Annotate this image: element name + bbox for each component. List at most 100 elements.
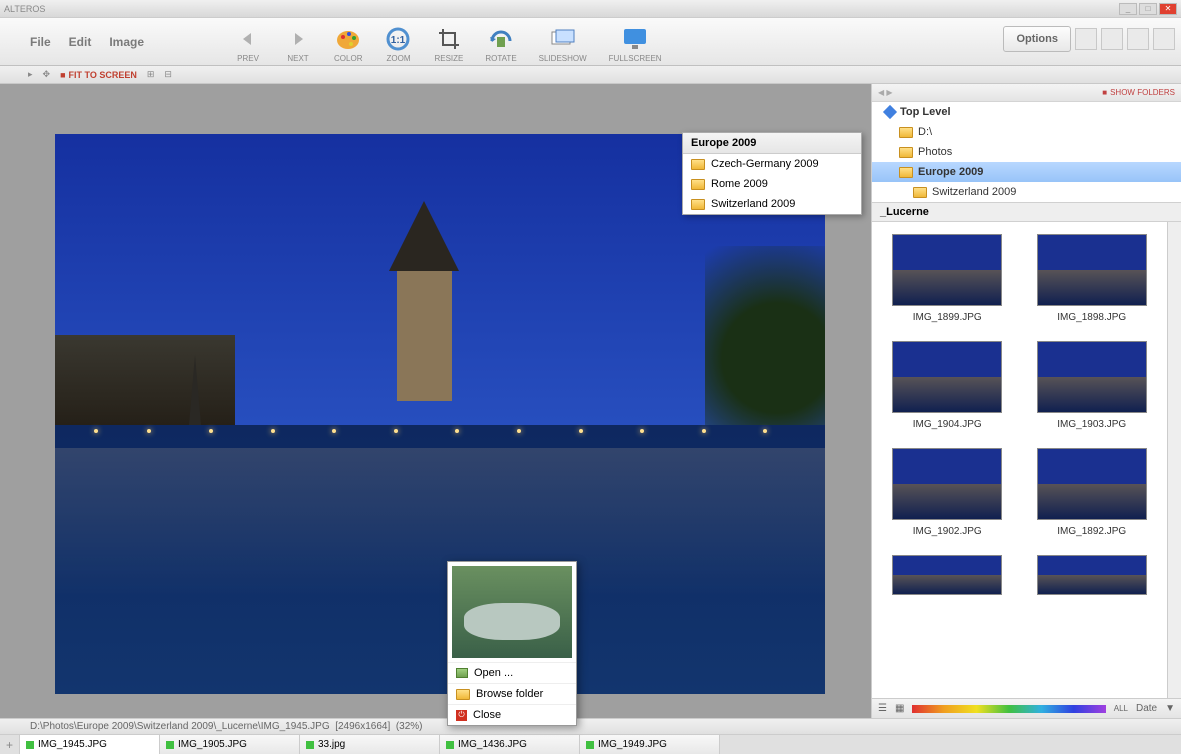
view-mode-1[interactable] <box>1075 28 1097 50</box>
color-button[interactable]: COLOR <box>334 25 362 65</box>
folder-icon <box>899 167 913 178</box>
thumbnail[interactable]: IMG_1902.JPG <box>880 448 1015 537</box>
thumbnail[interactable]: IMG_1903.JPG <box>1025 341 1160 430</box>
fit-to-screen[interactable]: ■ FIT TO SCREEN <box>60 70 137 80</box>
slideshow-button[interactable]: SLIDESHOW <box>539 25 587 65</box>
thumbnail[interactable] <box>880 555 1015 595</box>
view-mode-4[interactable] <box>1153 28 1175 50</box>
palette-icon <box>334 25 362 53</box>
preview-browse[interactable]: Browse folder <box>448 683 576 704</box>
diamond-icon <box>883 105 897 119</box>
status-path: D:\Photos\Europe 2009\Switzerland 2009\_… <box>30 721 330 732</box>
thumbnail-image <box>1037 341 1147 413</box>
arrow-left-icon <box>234 25 262 53</box>
scrollbar[interactable] <box>1167 222 1181 698</box>
folder-icon <box>691 179 705 190</box>
options-button[interactable]: Options <box>1003 26 1071 52</box>
preview-close[interactable]: ⏻Close <box>448 704 576 725</box>
status-dimensions: [2496x1664] <box>335 721 390 732</box>
thumbnail-caption: IMG_1898.JPG <box>1057 312 1126 323</box>
close-button[interactable]: ✕ <box>1159 3 1177 15</box>
thumbnail-caption: IMG_1892.JPG <box>1057 526 1126 537</box>
sort-direction-icon[interactable]: ▼ <box>1165 703 1175 714</box>
svg-text:1:1: 1:1 <box>391 35 406 46</box>
zoom-button[interactable]: 1:1ZOOM <box>384 25 412 65</box>
menu-image[interactable]: Image <box>109 35 144 49</box>
thumbnail-image <box>1037 234 1147 306</box>
file-tab[interactable]: IMG_1949.JPG <box>580 735 720 754</box>
minimize-button[interactable]: _ <box>1119 3 1137 15</box>
thumbnail[interactable]: IMG_1899.JPG <box>880 234 1015 323</box>
file-status-icon <box>586 741 594 749</box>
hand-tool[interactable]: ✥ <box>43 69 51 80</box>
thumbnail-image <box>892 234 1002 306</box>
zoom-icon: 1:1 <box>384 25 412 53</box>
file-tab-label: IMG_1945.JPG <box>38 739 107 750</box>
file-status-icon <box>446 741 454 749</box>
breadcrumb-item[interactable]: Rome 2009 <box>683 174 861 194</box>
view-list-icon[interactable]: ☰ <box>878 703 887 714</box>
tree-row[interactable]: Top Level <box>872 102 1181 122</box>
thumbnail-caption: IMG_1904.JPG <box>913 419 982 430</box>
breadcrumb-item[interactable]: Switzerland 2009 <box>683 194 861 214</box>
file-tab[interactable]: IMG_1905.JPG <box>160 735 300 754</box>
thumbnail-image <box>1037 448 1147 520</box>
new-tab-button[interactable]: + <box>0 735 20 754</box>
tree-row[interactable]: Europe 2009 <box>872 162 1181 182</box>
file-tab[interactable]: IMG_1436.JPG <box>440 735 580 754</box>
breadcrumb-header: Europe 2009 <box>683 133 861 154</box>
pointer-tool[interactable]: ▸ <box>28 69 33 80</box>
tree-row[interactable]: Switzerland 2009 <box>872 182 1181 202</box>
thumbnail[interactable] <box>1025 555 1160 595</box>
thumbnail[interactable]: IMG_1904.JPG <box>880 341 1015 430</box>
file-tab-label: IMG_1436.JPG <box>458 739 527 750</box>
tree-row[interactable]: D:\ <box>872 122 1181 142</box>
status-zoom: (32%) <box>396 721 423 732</box>
thumbnail-image <box>892 341 1002 413</box>
file-tab-label: 33.jpg <box>318 739 345 750</box>
maximize-button[interactable]: □ <box>1139 3 1157 15</box>
folder-icon <box>899 127 913 138</box>
monitor-icon <box>621 25 649 53</box>
show-folders-toggle[interactable]: SHOW FOLDERS <box>1110 88 1175 97</box>
file-tab[interactable]: 33.jpg <box>300 735 440 754</box>
toolbar: File Edit Image PREV NEXT COLOR 1:1ZOOM … <box>0 18 1181 66</box>
folder-icon <box>913 187 927 198</box>
tree-row[interactable]: Photos <box>872 142 1181 162</box>
breadcrumb-item[interactable]: Czech-Germany 2009 <box>683 154 861 174</box>
file-status-icon <box>306 741 314 749</box>
file-tab-bar: + IMG_1945.JPG IMG_1905.JPG 33.jpg IMG_1436… <box>0 734 1181 754</box>
main-image <box>55 134 825 694</box>
view-grid-icon[interactable]: ▦ <box>895 703 904 714</box>
tab-preview-popup: Open ... Browse folder ⏻Close <box>447 561 577 726</box>
thumbnail[interactable]: IMG_1892.JPG <box>1025 448 1160 537</box>
nav-arrows[interactable]: ◀ ▶ <box>878 88 893 97</box>
open-icon <box>456 668 468 678</box>
tree-label: D:\ <box>918 126 932 138</box>
tree-label: Switzerland 2009 <box>932 186 1016 198</box>
next-button[interactable]: NEXT <box>284 25 312 65</box>
folder-icon <box>691 199 705 210</box>
fullscreen-button[interactable]: FULLSCREEN <box>609 25 662 65</box>
file-tab[interactable]: IMG_1945.JPG <box>20 735 160 754</box>
resize-button[interactable]: RESIZE <box>434 25 463 65</box>
rotate-button[interactable]: ROTATE <box>485 25 516 65</box>
prev-button[interactable]: PREV <box>234 25 262 65</box>
file-tab-label: IMG_1905.JPG <box>178 739 247 750</box>
menu-file[interactable]: File <box>30 35 51 49</box>
rotate-icon <box>487 25 515 53</box>
view-sub-bar: ▸ ✥ ■ FIT TO SCREEN ⊞ ⊟ <box>0 66 1181 84</box>
menu-edit[interactable]: Edit <box>69 35 92 49</box>
tree-label: Photos <box>918 146 952 158</box>
sort-label[interactable]: Date <box>1136 703 1157 714</box>
breadcrumb-dropdown: Europe 2009 Czech-Germany 2009Rome 2009S… <box>682 132 862 215</box>
preview-open[interactable]: Open ... <box>448 662 576 683</box>
thumbnail[interactable]: IMG_1898.JPG <box>1025 234 1160 323</box>
view-mode-3[interactable] <box>1127 28 1149 50</box>
file-status-icon <box>166 741 174 749</box>
zoom-in-tool[interactable]: ⊞ <box>147 69 155 80</box>
color-filter-strip[interactable] <box>912 705 1105 713</box>
zoom-out-tool[interactable]: ⊟ <box>164 69 172 80</box>
view-mode-2[interactable] <box>1101 28 1123 50</box>
arrow-right-icon <box>284 25 312 53</box>
